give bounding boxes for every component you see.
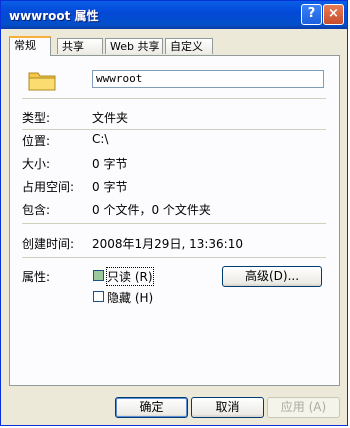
tab-customize[interactable]: 自定义 [165,38,213,54]
close-icon: × [328,6,339,21]
size-value: 0 字节 [92,157,128,171]
location-label: 位置: [22,134,51,148]
type-value: 文件夹 [92,111,129,125]
window-title: wwwroot 属性 [9,9,99,23]
created-value: 2008年1月29日, 13:36:10 [92,237,243,251]
properties-window: wwwroot 属性 ? × 常规 共享 Web 共享 自定义 wwwroot … [0,0,348,426]
close-button[interactable]: × [323,4,344,25]
hidden-checkbox[interactable] [93,291,104,302]
tab-general[interactable]: 常规 [9,36,51,56]
size-on-disk-label: 占用空间: [22,180,75,194]
apply-button[interactable]: 应用 (A) [267,397,340,418]
help-button[interactable]: ? [301,4,322,25]
cancel-button[interactable]: 取消 [191,397,264,418]
tab-web-sharing[interactable]: Web 共享 [105,38,163,54]
ok-button[interactable]: 确定 [115,397,188,418]
size-on-disk-value: 0 字节 [92,180,128,194]
created-label: 创建时间: [22,237,75,251]
title-bar[interactable]: wwwroot 属性 ? × [1,1,347,29]
contains-value: 0 个文件，0 个文件夹 [92,203,211,217]
help-icon: ? [307,6,316,21]
divider [22,223,326,224]
general-panel: wwwroot 类型: 文件夹 位置: C:\ 大小: 0 字节 占用空间: 0… [9,55,340,386]
readonly-checkbox[interactable] [93,270,104,281]
readonly-label[interactable]: 只读 (R) [106,267,154,286]
contains-label: 包含: [22,203,51,217]
divider [22,98,326,99]
folder-name-input[interactable]: wwwroot [92,70,324,88]
location-value: C:\ [92,132,109,146]
folder-icon [28,72,56,91]
type-label: 类型: [22,111,51,125]
divider [22,129,326,130]
tab-sharing[interactable]: 共享 [57,38,103,54]
divider [22,257,326,258]
size-label: 大小: [22,157,51,171]
attributes-label: 属性: [22,270,51,284]
hidden-label[interactable]: 隐藏 (H) [107,289,153,306]
advanced-button[interactable]: 高级(D)... [222,266,322,287]
